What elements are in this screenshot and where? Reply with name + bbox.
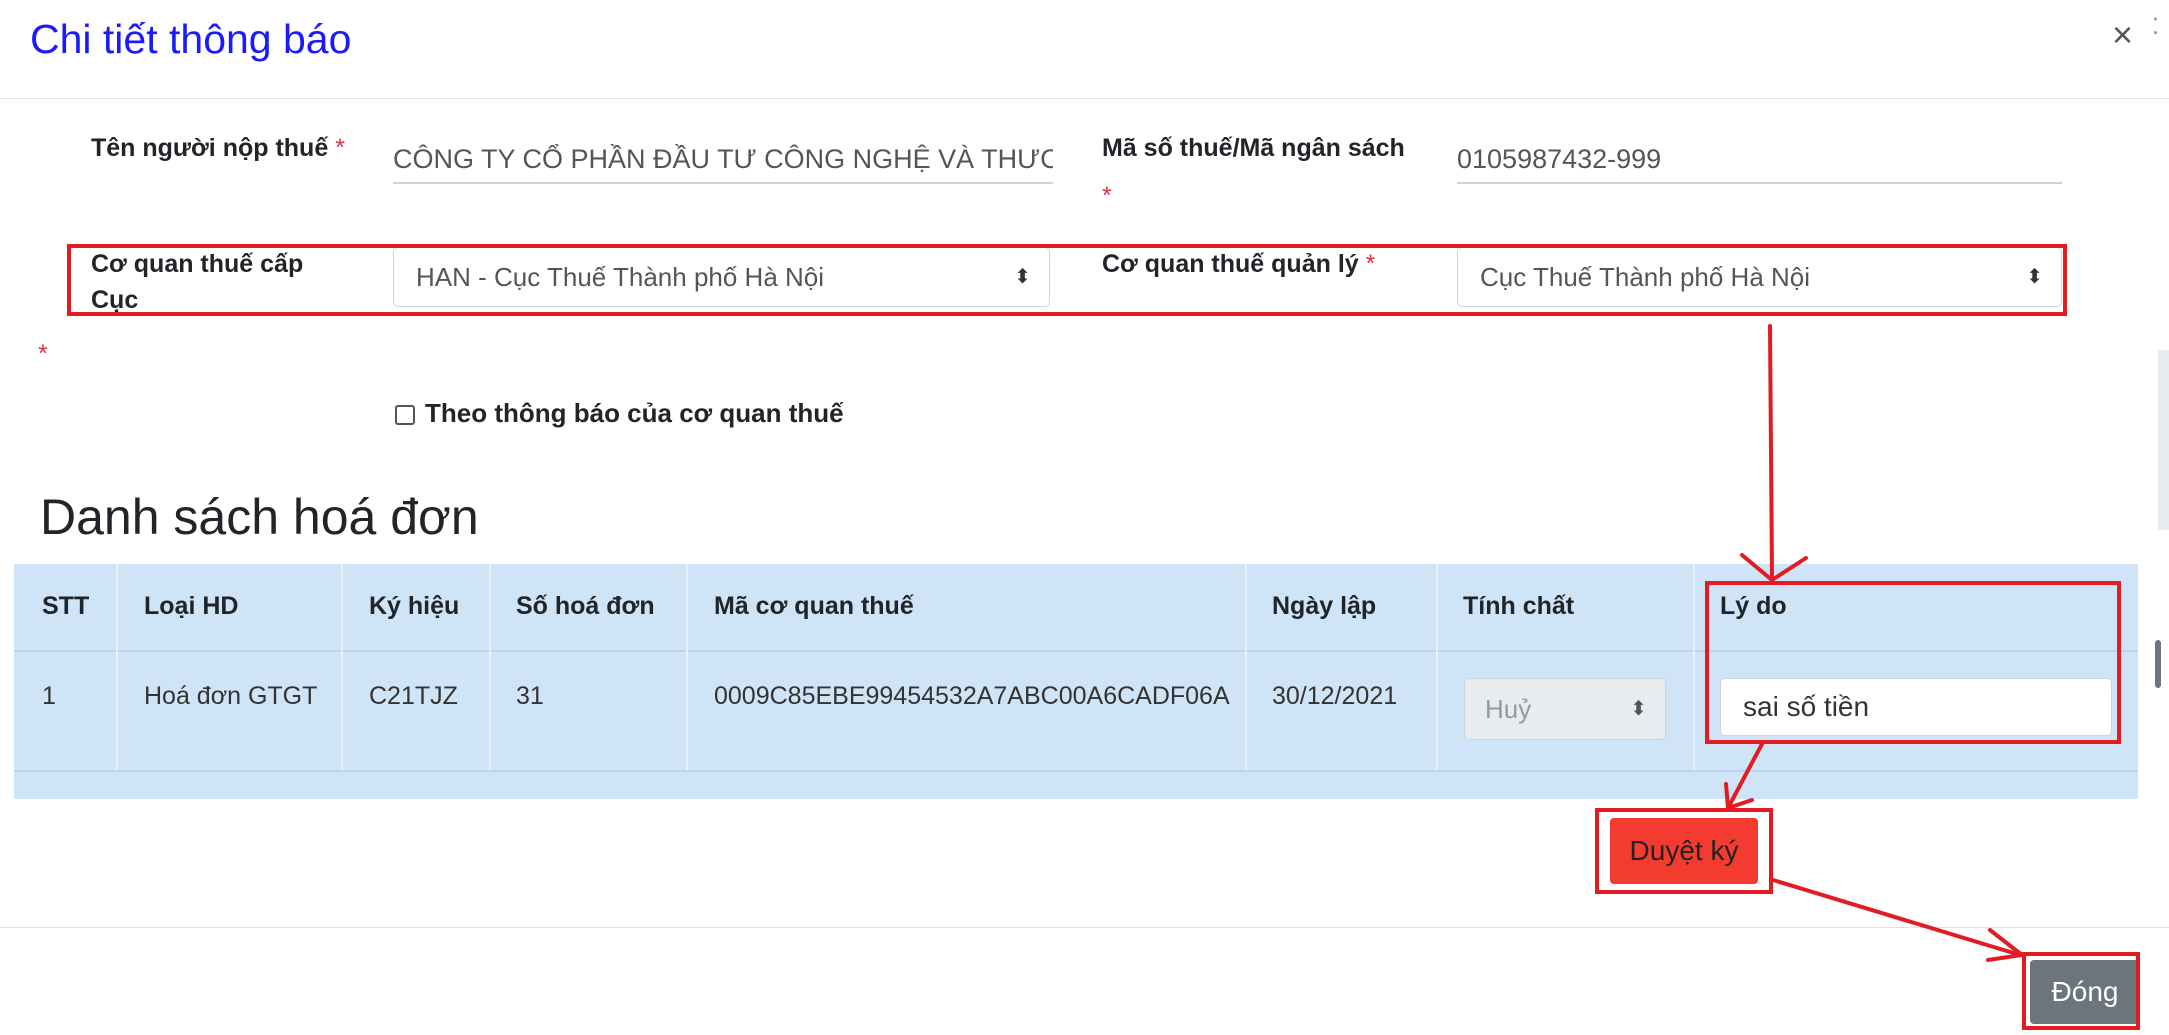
column-header-nature: Tính chất: [1463, 592, 1575, 620]
column-divider: [1245, 564, 1247, 770]
required-mark: *: [38, 340, 48, 368]
required-mark: *: [1102, 182, 1112, 210]
tax-code-input[interactable]: 0105987432-999: [1457, 134, 2062, 184]
cell-number: 31: [516, 682, 544, 710]
column-divider: [1436, 564, 1438, 770]
header-divider: [0, 98, 2169, 99]
column-header-type: Loại HD: [144, 592, 239, 620]
column-header-number: Số hoá đơn: [516, 592, 655, 620]
cell-tax-office-code: 0009C85EBE99454532A7ABC00A6CADF06A: [714, 682, 1230, 710]
annotation-box-tax-offices: [67, 244, 2067, 316]
more-icon[interactable]: ⁚: [2152, 14, 2159, 40]
nature-select[interactable]: Huỷ ⬍: [1464, 678, 1666, 740]
cell-stt: 1: [42, 682, 56, 710]
column-header-stt: STT: [42, 592, 90, 620]
annotation-box-sign-button: [1595, 808, 1773, 894]
select-arrow-icon: ⬍: [1630, 698, 1647, 720]
cell-type: Hoá đơn GTGT: [144, 682, 318, 710]
annotation-box-close-button: [2022, 952, 2140, 1030]
table-row-divider: [14, 770, 2138, 772]
close-icon[interactable]: ×: [2112, 14, 2133, 56]
taxpayer-label-text: Tên người nộp thuế: [91, 134, 329, 162]
taxpayer-input[interactable]: CÔNG TY CỔ PHẦN ĐẦU TƯ CÔNG NGHỆ VÀ THƯƠ…: [393, 134, 1053, 184]
annotation-box-reason: [1705, 581, 2121, 744]
arrow-to-reason: [1740, 324, 1808, 583]
footer-divider: [0, 927, 2169, 928]
column-divider: [341, 564, 343, 770]
required-mark: *: [335, 134, 345, 162]
column-divider: [489, 564, 491, 770]
modal-title: Chi tiết thông báo: [30, 16, 352, 62]
column-header-symbol: Ký hiệu: [369, 592, 460, 620]
taxpayer-label: Tên người nộp thuế *: [91, 130, 345, 166]
nature-value: Huỷ: [1485, 694, 1532, 724]
column-divider: [116, 564, 118, 770]
tax-code-label: Mã số thuế/Mã ngân sách: [1102, 134, 1405, 162]
scrollbar-track[interactable]: [2158, 350, 2169, 530]
column-header-tax-office-code: Mã cơ quan thuế: [714, 592, 914, 620]
column-divider: [1693, 564, 1695, 770]
scrollbar-thumb[interactable]: [2155, 640, 2161, 688]
arrow-to-close: [1771, 878, 2027, 962]
column-divider: [686, 564, 688, 770]
notice-checkbox[interactable]: [395, 405, 415, 425]
notice-checkbox-label[interactable]: Theo thông báo của cơ quan thuế: [425, 398, 844, 429]
column-header-date: Ngày lập: [1272, 592, 1377, 620]
cell-symbol: C21TJZ: [369, 682, 458, 710]
cell-date: 30/12/2021: [1272, 682, 1398, 710]
invoice-list-title: Danh sách hoá đơn: [40, 489, 479, 545]
